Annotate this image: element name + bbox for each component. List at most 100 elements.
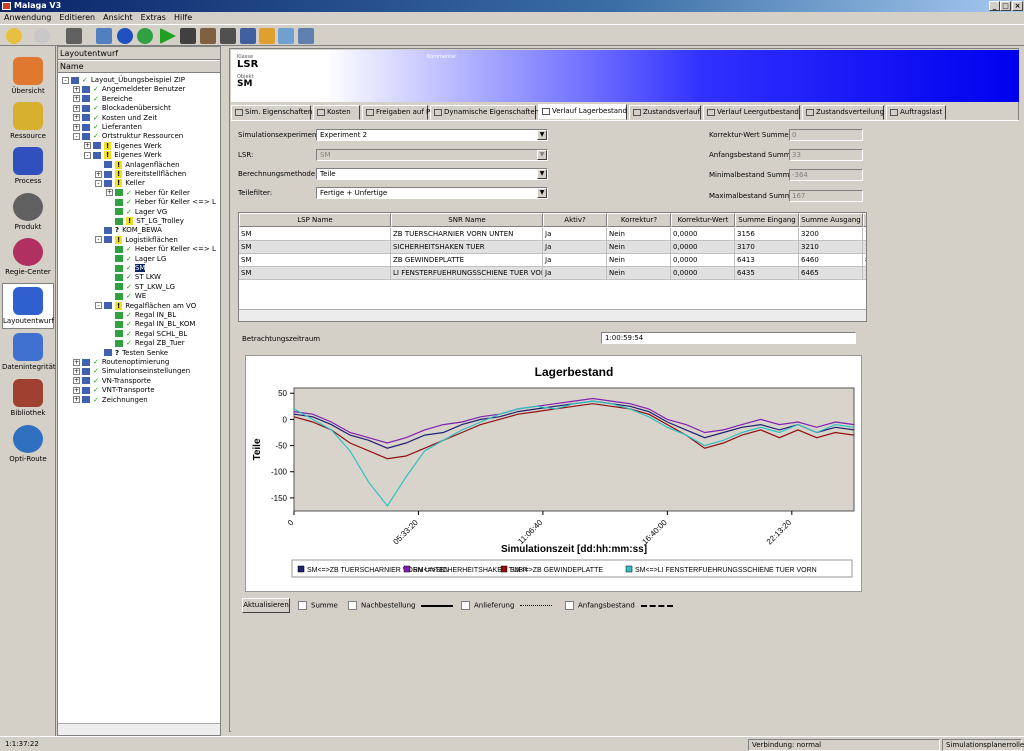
collapse-icon[interactable]: - <box>62 76 69 84</box>
expand-icon[interactable]: + <box>84 142 91 150</box>
anlieferung-checkbox[interactable] <box>461 601 470 610</box>
table-cell[interactable]: Nein <box>607 267 671 280</box>
column-header[interactable] <box>863 213 866 227</box>
table-cell[interactable]: 6465 <box>799 267 863 280</box>
table-cell[interactable]: Nein <box>607 228 671 241</box>
collapse-icon[interactable]: - <box>84 151 91 159</box>
expand-icon[interactable]: + <box>73 358 80 366</box>
sim-experiment-select[interactable]: Experiment 2 ▼ <box>316 129 548 141</box>
expand-icon[interactable]: + <box>73 114 80 122</box>
play-icon[interactable] <box>160 28 176 44</box>
table-cell[interactable]: 6460 <box>799 254 863 267</box>
table-cell[interactable]: 1 <box>863 228 866 241</box>
table-cell[interactable]: 8 <box>863 254 866 267</box>
tab-verlauf-lagerbestand[interactable]: Verlauf Lagerbestand <box>538 104 627 120</box>
summe-option[interactable]: Summe <box>298 601 338 610</box>
table-cell[interactable]: SM <box>239 254 391 267</box>
table-horizontal-scrollbar[interactable] <box>239 309 866 321</box>
betrachtungszeitraum-field[interactable]: 1:00:59:54 <box>601 332 856 344</box>
collapse-icon[interactable]: - <box>95 302 102 310</box>
table-cell[interactable]: LI FENSTERFUEHRUNGSSCHIENE TUER VORN <box>391 267 543 280</box>
tree-item[interactable]: + ✓ Zeichnungen <box>73 395 148 405</box>
collapse-icon[interactable]: - <box>73 132 80 140</box>
close-button[interactable]: × <box>1012 1 1023 11</box>
tool-icon[interactable] <box>180 28 196 44</box>
collapse-icon[interactable]: - <box>95 236 102 244</box>
expand-icon[interactable]: + <box>73 123 80 131</box>
hammer-icon[interactable] <box>200 28 216 44</box>
table-cell[interactable]: 0,0000 <box>671 267 735 280</box>
column-header[interactable]: Summe Eingang <box>735 213 799 227</box>
table-cell[interactable]: SM <box>239 228 391 241</box>
maximize-button[interactable]: □ <box>1000 1 1011 11</box>
copy-icon[interactable] <box>240 28 256 44</box>
table-cell[interactable]: ZB GEWINDEPLATTE <box>391 254 543 267</box>
tab-verlauf-leergutbestand[interactable]: Verlauf Leergutbestand <box>703 105 800 120</box>
table-cell[interactable]: Nein <box>607 254 671 267</box>
table-cell[interactable]: ZB TUERSCHARNIER VORN UNTEN <box>391 228 543 241</box>
nav-produkt[interactable]: Produkt <box>2 190 54 236</box>
tree-horizontal-scrollbar[interactable] <box>58 723 220 735</box>
expand-icon[interactable]: + <box>73 95 80 103</box>
table-cell[interactable]: Nein <box>607 241 671 254</box>
table-cell[interactable]: Ja <box>543 241 607 254</box>
anfangsbestand-option[interactable]: Anfangsbestand <box>565 601 673 610</box>
table-cell[interactable]: Ja <box>543 254 607 267</box>
tab-zustandsverteilung[interactable]: Zustandsverteilung <box>802 105 884 120</box>
chevron-down-icon[interactable]: ▼ <box>537 169 547 179</box>
table-cell[interactable]: Ja <box>543 228 607 241</box>
table-cell[interactable]: SM <box>239 241 391 254</box>
expand-icon[interactable]: + <box>73 386 80 394</box>
tree-column-header[interactable]: Name <box>58 61 220 73</box>
nav-bibliothek[interactable]: Bibliothek <box>2 376 54 422</box>
expand-icon[interactable]: + <box>73 104 80 112</box>
table-cell[interactable]: Ja <box>543 267 607 280</box>
tab-zustandsverlauf[interactable]: Zustandsverlauf <box>629 105 701 120</box>
table-cell[interactable]: 6413 <box>735 254 799 267</box>
menu-hilfe[interactable]: Hilfe <box>170 12 196 24</box>
menu-editieren[interactable]: Editieren <box>55 12 99 24</box>
table-cell[interactable]: 3200 <box>799 228 863 241</box>
berechnungsmethode-select[interactable]: Teile ▼ <box>316 168 548 180</box>
nav-process[interactable]: Process <box>2 144 54 190</box>
anfangsbestand-checkbox[interactable] <box>565 601 574 610</box>
menu-extras[interactable]: Extras <box>137 12 170 24</box>
column-header[interactable]: Korrektur-Wert <box>671 213 735 227</box>
table-cell[interactable]: 6435 <box>735 267 799 280</box>
undo-icon[interactable] <box>117 28 133 44</box>
nachbestellung-checkbox[interactable] <box>348 601 357 610</box>
expand-icon[interactable]: + <box>73 377 80 385</box>
aktualisieren-button[interactable]: Aktualisieren <box>242 598 290 613</box>
column-header[interactable]: Korrektur? <box>607 213 671 227</box>
column-header[interactable]: Summe Ausgang <box>799 213 863 227</box>
nav-datenintegritaet[interactable]: Datenintegrität <box>2 330 56 376</box>
column-header[interactable]: Aktiv? <box>543 213 607 227</box>
chevron-down-icon[interactable]: ▼ <box>537 188 547 198</box>
table-cell[interactable]: 0,0000 <box>671 254 735 267</box>
anlieferung-option[interactable]: Anlieferung <box>461 601 553 610</box>
tab-auftragslast[interactable]: Auftragslast <box>886 105 946 120</box>
expand-icon[interactable]: + <box>73 396 80 404</box>
nav-opti-route[interactable]: Opti-Route <box>2 422 54 468</box>
expand-icon[interactable]: + <box>106 189 113 197</box>
print-icon[interactable] <box>278 28 294 44</box>
window-icon[interactable] <box>96 28 112 44</box>
list-icon[interactable] <box>220 28 236 44</box>
table-cell[interactable]: 1 <box>863 241 866 254</box>
chevron-down-icon[interactable]: ▼ <box>537 130 547 140</box>
nachbestellung-option[interactable]: Nachbestellung <box>348 601 454 610</box>
edit-icon[interactable] <box>66 28 82 44</box>
tab-dynamische-eigenschaften[interactable]: Dynamische Eigenschaften <box>430 105 539 120</box>
menu-ansicht[interactable]: Ansicht <box>99 12 137 24</box>
nav-uebersicht[interactable]: Übersicht <box>2 54 54 100</box>
redo-icon[interactable] <box>137 28 153 44</box>
nav-ressource[interactable]: Ressource <box>2 99 54 145</box>
column-header[interactable]: LSP Name <box>239 213 391 227</box>
column-header[interactable]: SNR Name <box>391 213 543 227</box>
minimize-button[interactable]: _ <box>989 1 1000 11</box>
table-cell[interactable]: 3170 <box>735 241 799 254</box>
table-cell[interactable]: 1 <box>863 267 866 280</box>
summe-checkbox[interactable] <box>298 601 307 610</box>
table-cell[interactable]: SICHERHEITSHAKEN TUER <box>391 241 543 254</box>
teilefilter-select[interactable]: Fertige + Unfertige ▼ <box>316 187 548 199</box>
